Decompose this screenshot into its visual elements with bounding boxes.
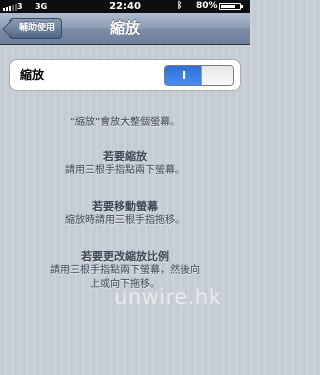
zoom-setting-row: 縮放 I bbox=[9, 59, 241, 91]
zoom-setting-label: 縮放 bbox=[20, 68, 45, 82]
battery-icon bbox=[219, 3, 243, 10]
toggle-knob[interactable] bbox=[201, 66, 233, 85]
zoom-intro-text: “縮放”會放大整個螢幕。 bbox=[0, 116, 250, 130]
battery-fill bbox=[221, 5, 235, 8]
intro-line: “縮放”會放大整個螢幕。 bbox=[69, 117, 181, 128]
zoom-toggle-switch[interactable]: I bbox=[164, 65, 234, 86]
page-title: 縮放 bbox=[109, 19, 140, 37]
section-heading: 若要移動螢幕 bbox=[92, 200, 158, 213]
section-heading: 若要縮放 bbox=[103, 150, 147, 163]
section-line: 請用三根手指點兩下螢幕。 bbox=[65, 165, 185, 176]
section-heading: 若要更改縮放比例 bbox=[81, 250, 169, 263]
toggle-on-indicator: I bbox=[165, 66, 203, 85]
bluetooth-icon: ᛒ bbox=[177, 1, 183, 11]
section-line: 縮放時請用三根手指拖移。 bbox=[65, 215, 185, 226]
zoom-instruction-section: 若要縮放 請用三根手指點兩下螢幕。 bbox=[0, 150, 250, 178]
battery-percent: 80% bbox=[196, 1, 218, 11]
move-screen-instruction-section: 若要移動螢幕 縮放時請用三根手指拖移。 bbox=[0, 200, 250, 228]
status-bar: 3 3G 22:40 ᛒ 80% bbox=[0, 0, 250, 13]
section-line: 請用三根手指點兩下螢幕，然後向 bbox=[50, 265, 200, 276]
watermark-text: unwire.hk bbox=[114, 285, 222, 309]
navigation-bar: 輔助使用 縮放 bbox=[0, 13, 250, 45]
